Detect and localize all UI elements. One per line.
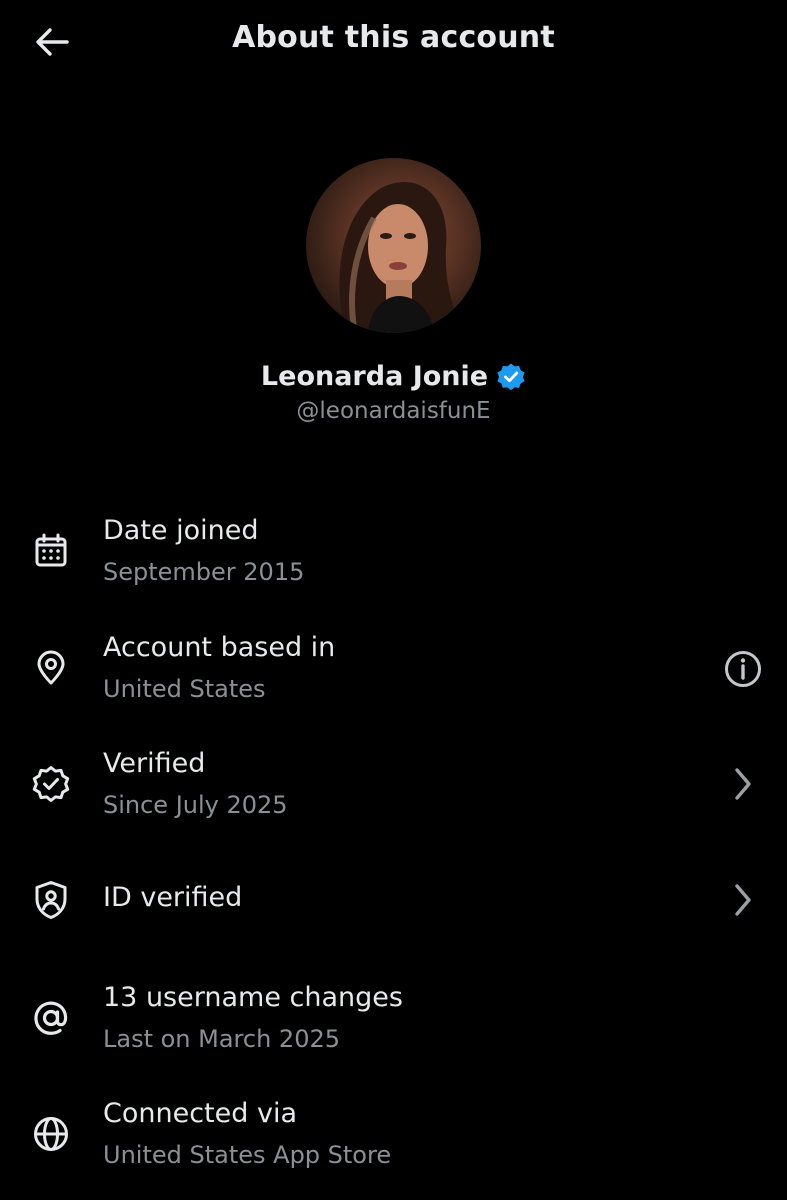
display-name: Leonarda Jonie [260, 361, 489, 392]
location-pin-icon [30, 647, 72, 689]
verified-badge-icon [30, 763, 72, 805]
id-shield-icon [30, 879, 72, 921]
about-account-page: About this account Leonarda Jonie @leona… [0, 0, 787, 1200]
profile-name-row: Leonarda Jonie [0, 361, 787, 392]
chevron-right-icon[interactable] [721, 762, 765, 806]
info-icon[interactable] [721, 647, 765, 691]
verified-checkmark-icon[interactable] [496, 362, 526, 392]
row-subtitle: Last on March 2025 [103, 1025, 341, 1053]
row-title: 13 username changes [103, 982, 403, 1013]
avatar[interactable] [306, 158, 481, 333]
row-subtitle: September 2015 [103, 558, 305, 586]
globe-icon [30, 1113, 72, 1155]
row-title: Verified [103, 748, 206, 779]
row-title: Date joined [103, 515, 259, 546]
username-handle: @leonardaisfunE [296, 398, 491, 424]
row-title: Account based in [103, 632, 336, 663]
header: About this account [0, 0, 787, 84]
row-subtitle: United States [103, 675, 266, 703]
calendar-icon [30, 530, 72, 572]
row-subtitle: Since July 2025 [103, 791, 288, 819]
chevron-right-icon[interactable] [721, 878, 765, 922]
at-sign-icon [30, 997, 72, 1039]
row-title: Connected via [103, 1098, 297, 1129]
page-title: About this account [232, 20, 555, 55]
row-title: ID verified [103, 882, 243, 913]
row-subtitle: United States App Store [103, 1141, 392, 1169]
